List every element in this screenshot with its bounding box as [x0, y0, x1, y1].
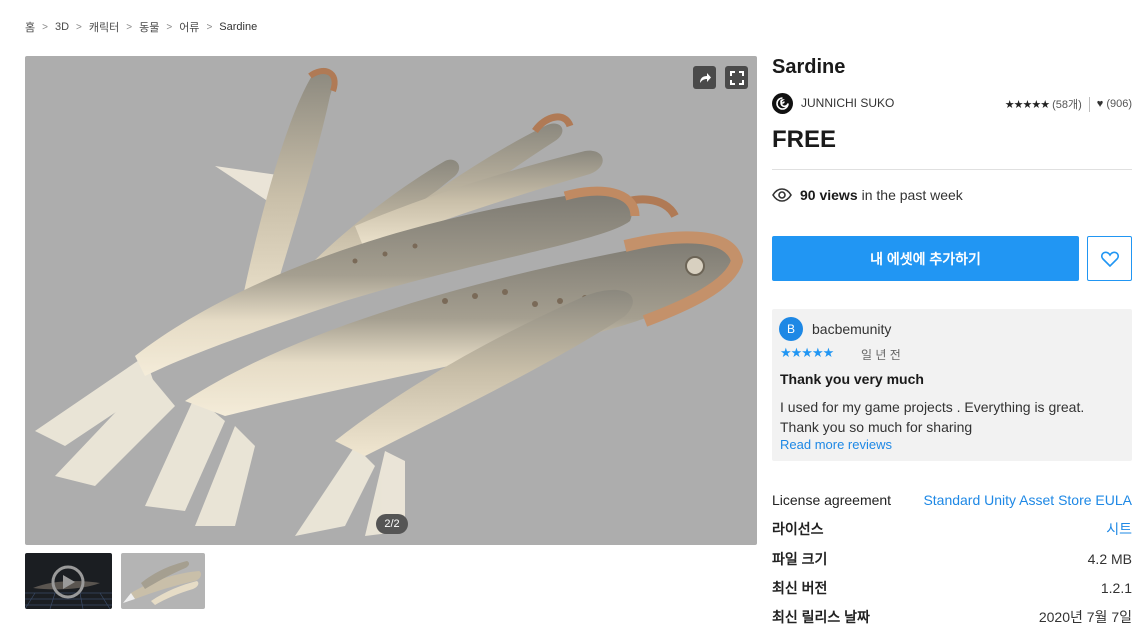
breadcrumb-home[interactable]: 홈 [25, 19, 35, 35]
spec-row-license: 라이선스 시트 [772, 519, 1132, 539]
review-title: Thank you very much [780, 371, 924, 387]
fullscreen-button[interactable] [725, 66, 748, 89]
image-counter: 2/2 [376, 514, 408, 534]
spec-row-release-date: 최신 릴리스 날짜 2020년 7월 7일 [772, 607, 1132, 627]
spec-label: License agreement [772, 492, 892, 508]
product-title: Sardine [772, 56, 846, 78]
thumbnail-image[interactable] [121, 553, 205, 609]
breadcrumb-animals[interactable]: 동물 [139, 19, 159, 35]
license-link[interactable]: 시트 [1106, 519, 1132, 539]
divider [772, 169, 1132, 170]
add-to-my-assets-button[interactable]: 내 에셋에 추가하기 [772, 236, 1079, 281]
chevron-right-icon: > [76, 21, 82, 33]
share-button[interactable] [693, 66, 716, 89]
rating-summary: ★★★★★ (58개) ♥ (906) [1005, 96, 1132, 112]
spec-value: 2020년 7월 7일 [1038, 609, 1132, 625]
spec-label: 최신 버전 [772, 580, 828, 596]
media-viewer[interactable]: 2/2 [25, 56, 757, 545]
heart-icon: ♥ [1096, 98, 1104, 110]
breadcrumb-3d[interactable]: 3D [55, 21, 69, 33]
divider [1088, 96, 1090, 112]
publisher-row: JUNNICHI SUKO ★★★★★ (58개) ♥ (906) [772, 92, 1132, 114]
views-info: 90 views in the past week [772, 187, 963, 203]
spec-row-file-size: 파일 크기 4.2 MB [772, 549, 1132, 569]
eye-icon [772, 188, 792, 202]
spec-label: 라이선스 [772, 521, 824, 537]
reviewer-avatar: B [779, 317, 803, 341]
chevron-right-icon: > [42, 21, 48, 33]
breadcrumb-current: Sardine [219, 21, 258, 33]
rating-stars[interactable]: ★★★★★ [1005, 98, 1050, 111]
breadcrumb: 홈 > 3D > 캐릭터 > 동물 > 어류 > Sardine [25, 19, 257, 35]
publisher-swirl-icon [776, 96, 789, 110]
eula-link[interactable]: Standard Unity Asset Store EULA [923, 492, 1132, 508]
sardine-thumbnail-image [123, 561, 202, 605]
reviewer-name: bacbemunity [812, 321, 892, 337]
publisher-name[interactable]: JUNNICHI SUKO [801, 96, 894, 110]
share-icon [699, 72, 711, 83]
video-thumbnail-image [25, 565, 112, 609]
breadcrumb-characters[interactable]: 캐릭터 [89, 19, 119, 35]
spec-row-license-agreement: License agreement Standard Unity Asset S… [772, 490, 1132, 510]
publisher-logo-icon[interactable] [772, 92, 793, 114]
spec-label: 최신 릴리스 날짜 [772, 609, 870, 625]
review-card: B bacbemunity ★★★★★ 일 년 전 Thank you very… [772, 309, 1132, 461]
review-body: I used for my game projects . Everything… [780, 399, 1085, 435]
heart-outline-icon [1100, 251, 1119, 267]
breadcrumb-fish[interactable]: 어류 [179, 19, 199, 35]
chevron-right-icon: > [166, 21, 173, 33]
review-stars: ★★★★★ [780, 345, 834, 360]
spec-label: 파일 크기 [772, 551, 828, 567]
thumbnail-video[interactable] [25, 553, 112, 609]
chevron-right-icon: > [126, 21, 133, 33]
wishlist-button[interactable] [1087, 236, 1132, 281]
review-time: 일 년 전 [861, 348, 901, 362]
chevron-right-icon: > [206, 21, 213, 33]
spec-value: 1.2.1 [1100, 580, 1132, 596]
favorites-count: (906) [1106, 98, 1132, 110]
price: FREE [772, 126, 837, 153]
sardine-preview-image [35, 67, 744, 536]
spec-value: 4.2 MB [1087, 551, 1132, 567]
read-more-reviews-link[interactable]: Read more reviews [780, 437, 892, 452]
views-suffix: in the past week [861, 187, 963, 203]
views-count: 90 views [800, 187, 858, 203]
spec-row-latest-version: 최신 버전 1.2.1 [772, 578, 1132, 598]
rating-count[interactable]: (58개) [1052, 96, 1082, 112]
fullscreen-icon [729, 70, 744, 85]
